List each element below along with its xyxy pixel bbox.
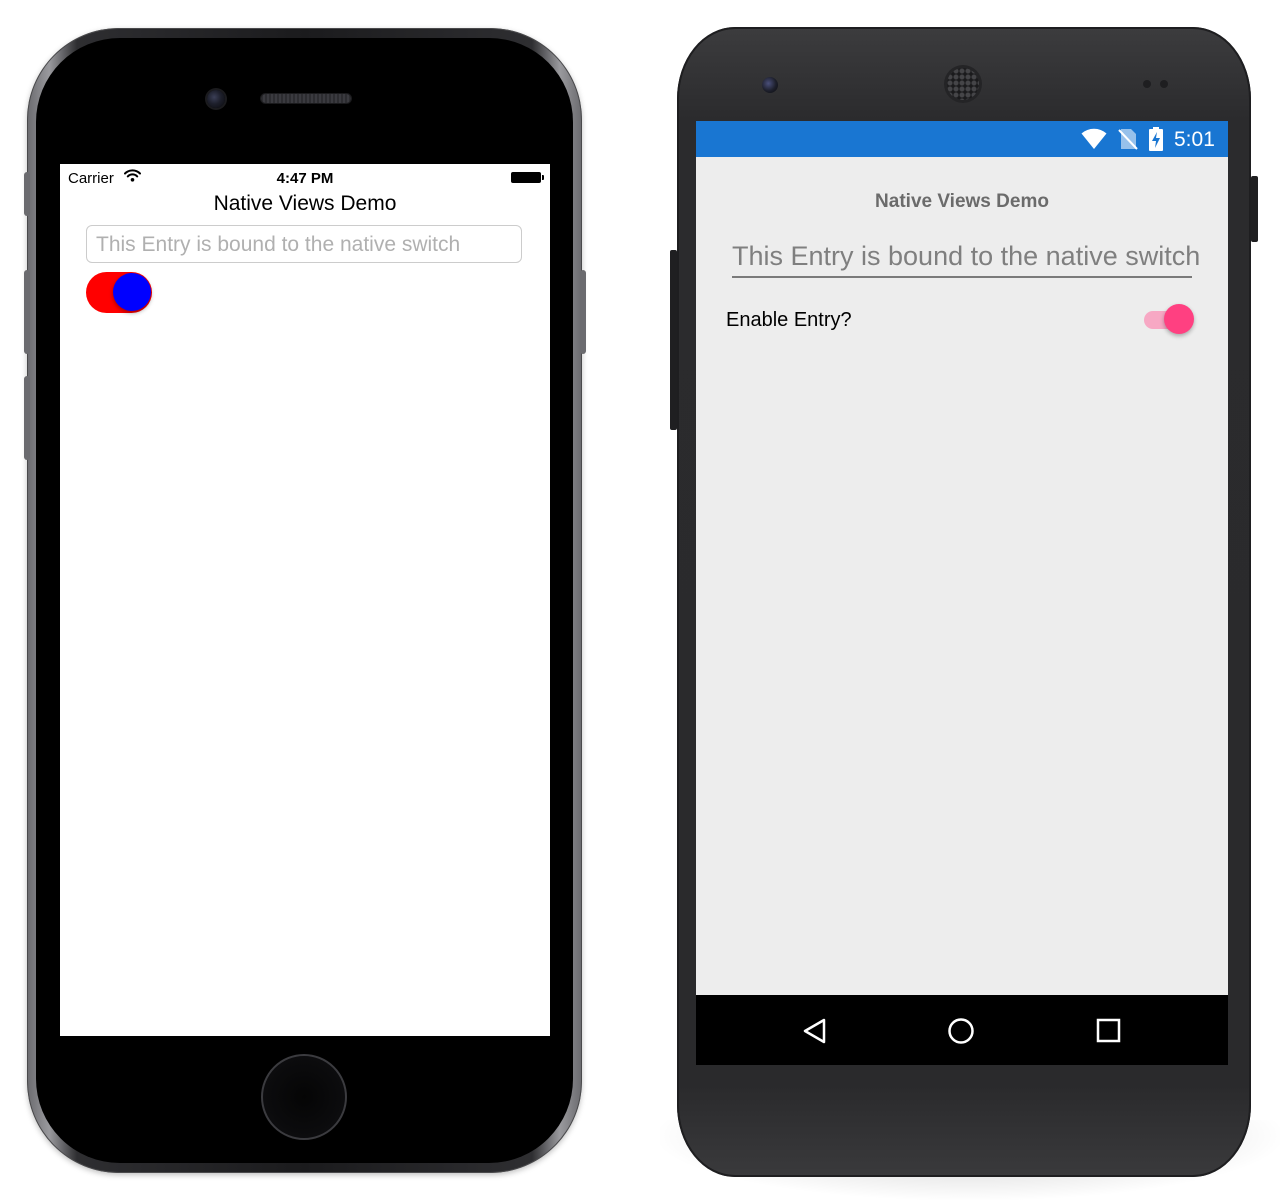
battery-icon bbox=[511, 172, 541, 183]
native-switch[interactable] bbox=[86, 272, 152, 313]
android-status-bar: 5:01 bbox=[696, 121, 1228, 157]
switch-knob bbox=[113, 273, 151, 311]
back-icon[interactable] bbox=[800, 1017, 828, 1050]
status-time: 4:47 PM bbox=[276, 170, 334, 187]
android-power-button bbox=[1251, 176, 1258, 242]
home-icon[interactable] bbox=[947, 1017, 975, 1050]
ios-status-bar: Carrier 4:47 PM bbox=[60, 164, 550, 192]
iphone-screen: Carrier 4:47 PM Native Views Demo This E… bbox=[60, 164, 550, 1036]
iphone-power-button bbox=[580, 270, 586, 354]
iphone-earpiece-speaker bbox=[261, 94, 351, 103]
entry-underline bbox=[732, 276, 1192, 278]
entry-placeholder: This Entry is bound to the native switch bbox=[732, 241, 1201, 271]
entry-field[interactable]: This Entry is bound to the native switch bbox=[86, 225, 522, 263]
android-screen: 5:01 Native Views Demo This Entry is bou… bbox=[696, 121, 1228, 1065]
iphone-volume-up-button bbox=[24, 270, 30, 354]
page-title: Native Views Demo bbox=[875, 191, 1049, 212]
android-light-sensor bbox=[1160, 80, 1168, 88]
iphone-front-camera bbox=[207, 90, 225, 108]
page-title: Native Views Demo bbox=[213, 192, 397, 215]
switch-thumb[interactable] bbox=[1164, 304, 1194, 334]
android-earpiece-speaker bbox=[947, 68, 979, 100]
no-signal-icon bbox=[1118, 128, 1138, 155]
switch-label: Enable Entry? bbox=[726, 309, 852, 331]
status-time: 5:01 bbox=[1174, 128, 1215, 151]
entry-placeholder: This Entry is bound to the native switch bbox=[96, 233, 461, 256]
iphone-mute-switch bbox=[24, 172, 30, 216]
iphone-home-button[interactable] bbox=[261, 1054, 347, 1140]
android-navigation-bar bbox=[696, 995, 1228, 1065]
entry-field[interactable]: This Entry is bound to the native switch bbox=[732, 241, 1200, 279]
android-front-camera bbox=[762, 77, 778, 93]
android-proximity-sensor bbox=[1143, 80, 1151, 88]
wifi-icon bbox=[1081, 128, 1107, 155]
overview-icon[interactable] bbox=[1096, 1018, 1122, 1049]
battery-charging-icon bbox=[1148, 127, 1164, 156]
battery-tip bbox=[542, 175, 544, 180]
android-volume-button bbox=[670, 250, 677, 430]
iphone-volume-down-button bbox=[24, 376, 30, 460]
